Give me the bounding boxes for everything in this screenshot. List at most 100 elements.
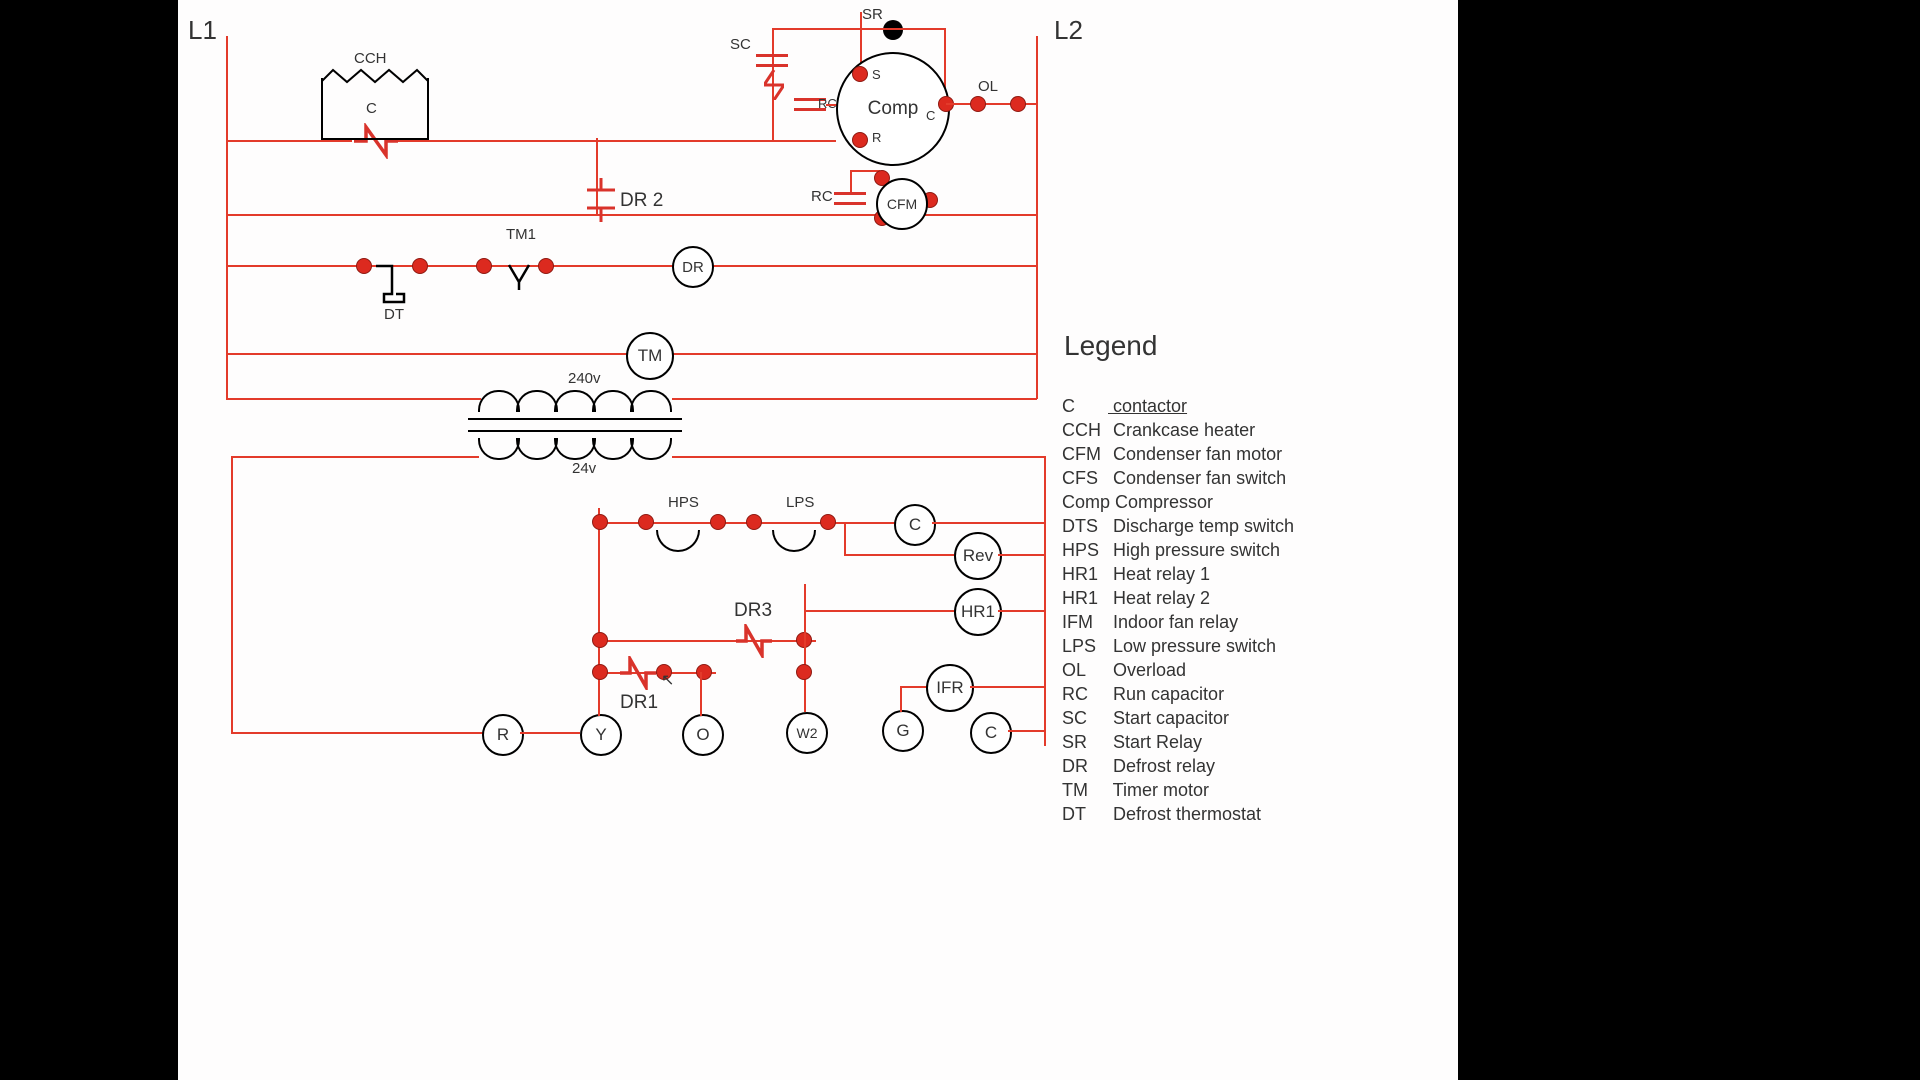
- legend-row: HPS High pressure switch: [1062, 540, 1280, 561]
- legend-row: IFM Indoor fan relay: [1062, 612, 1238, 633]
- cap-sc: [756, 54, 788, 57]
- label-Cc: C: [926, 108, 935, 123]
- wire: [804, 610, 954, 612]
- wire: [998, 610, 1046, 612]
- wire: [231, 456, 233, 734]
- label-24v: 24v: [572, 460, 596, 477]
- wire: [226, 353, 228, 399]
- wire: [598, 508, 600, 716]
- terminal-O: O: [682, 714, 724, 756]
- wire: [1008, 730, 1046, 732]
- label-termC: C: [985, 723, 997, 743]
- wire: [900, 686, 928, 688]
- wire: [596, 214, 1036, 216]
- legend-row: HR1 Heat relay 2: [1062, 588, 1210, 609]
- legend-row: SC Start capacitor: [1062, 708, 1229, 729]
- tm1-switch: [504, 260, 534, 290]
- node: [592, 514, 608, 530]
- label-termG: G: [896, 721, 909, 741]
- terminal-S: [852, 66, 868, 82]
- label-HPS: HPS: [668, 494, 699, 511]
- legend-row: DTS Discharge temp switch: [1062, 516, 1294, 537]
- label-SC: SC: [730, 36, 751, 53]
- dr1-nc: [618, 656, 658, 690]
- wire: [970, 686, 1046, 688]
- hps-switch: [656, 530, 700, 552]
- legend-row: DT Defrost thermostat: [1062, 804, 1261, 825]
- wire: [844, 554, 954, 556]
- wire: [998, 554, 1046, 556]
- node: [746, 514, 762, 530]
- wire: [520, 732, 580, 734]
- dt-switch: [376, 258, 416, 308]
- wire: [226, 214, 596, 216]
- legend-row: CFM Condenser fan motor: [1062, 444, 1282, 465]
- node: [710, 514, 726, 530]
- ol-dot: [970, 96, 986, 112]
- wire: [1036, 36, 1038, 354]
- terminal-R: [852, 132, 868, 148]
- wire: [231, 732, 483, 734]
- dr3-nc: [734, 624, 774, 658]
- label-SR: SR: [862, 6, 883, 23]
- wire: [598, 640, 816, 642]
- stage: L1 L2 C CCH SR SC RC Comp S C R OL: [0, 0, 1920, 1080]
- wire: [231, 456, 479, 458]
- label-Rc: R: [872, 130, 881, 145]
- legend-row: TM Timer motor: [1062, 780, 1209, 801]
- cap-rc2: [834, 202, 866, 205]
- cch-zigzag: [321, 68, 429, 91]
- sc-break: [764, 70, 784, 100]
- legend-row: OL Overload: [1062, 660, 1186, 681]
- wire: [804, 584, 806, 712]
- node: [796, 664, 812, 680]
- legend-row: CFS Condenser fan switch: [1062, 468, 1286, 489]
- legend-row: SR Start Relay: [1062, 732, 1202, 753]
- tm-coil: TM: [626, 332, 674, 380]
- label-Comp: Comp: [868, 98, 919, 120]
- label-240v: 240v: [568, 370, 601, 387]
- wire: [844, 522, 846, 556]
- label-IFR: IFR: [936, 678, 963, 698]
- label-TM1: TM1: [506, 226, 536, 243]
- legend-title: Legend: [1064, 330, 1157, 362]
- label-DT: DT: [384, 306, 404, 323]
- ol-dot: [1010, 96, 1026, 112]
- wire: [860, 28, 946, 30]
- wire: [226, 265, 1036, 267]
- wire: [772, 28, 860, 30]
- label-LPS: LPS: [786, 494, 814, 511]
- label-L1: L1: [188, 15, 217, 46]
- cap-rc2: [834, 192, 866, 195]
- wire: [932, 522, 1044, 524]
- cap-sc: [756, 64, 788, 67]
- dt-dot: [356, 258, 372, 274]
- label-DR1: DR1: [620, 692, 658, 714]
- dr-coil: DR: [672, 246, 714, 288]
- lps-switch: [772, 530, 816, 552]
- terminal-G: G: [882, 710, 924, 752]
- cfm: CFM: [876, 178, 928, 230]
- wire: [226, 36, 228, 354]
- rev-coil: Rev: [954, 532, 1002, 580]
- label-DR3: DR3: [734, 600, 772, 622]
- wire: [700, 672, 702, 716]
- label-OL: OL: [978, 78, 998, 95]
- legend-row: CCH Crankcase heater: [1062, 420, 1255, 441]
- wire: [900, 686, 902, 712]
- node: [592, 664, 608, 680]
- legend-row: RC Run capacitor: [1062, 684, 1224, 705]
- label-DR: DR: [682, 259, 704, 276]
- terminal-Y: Y: [580, 714, 622, 756]
- wire: [672, 398, 1037, 400]
- wire: [226, 398, 481, 400]
- label-termW2: W2: [797, 725, 818, 741]
- diagram-page: L1 L2 C CCH SR SC RC Comp S C R OL: [178, 0, 1458, 1080]
- wire: [1036, 353, 1038, 399]
- wire: [672, 456, 1046, 458]
- wire: [398, 140, 836, 142]
- label-termY: Y: [595, 725, 606, 745]
- terminal-R: R: [482, 714, 524, 756]
- legend-row: DR Defrost relay: [1062, 756, 1215, 777]
- label-S: S: [872, 67, 881, 82]
